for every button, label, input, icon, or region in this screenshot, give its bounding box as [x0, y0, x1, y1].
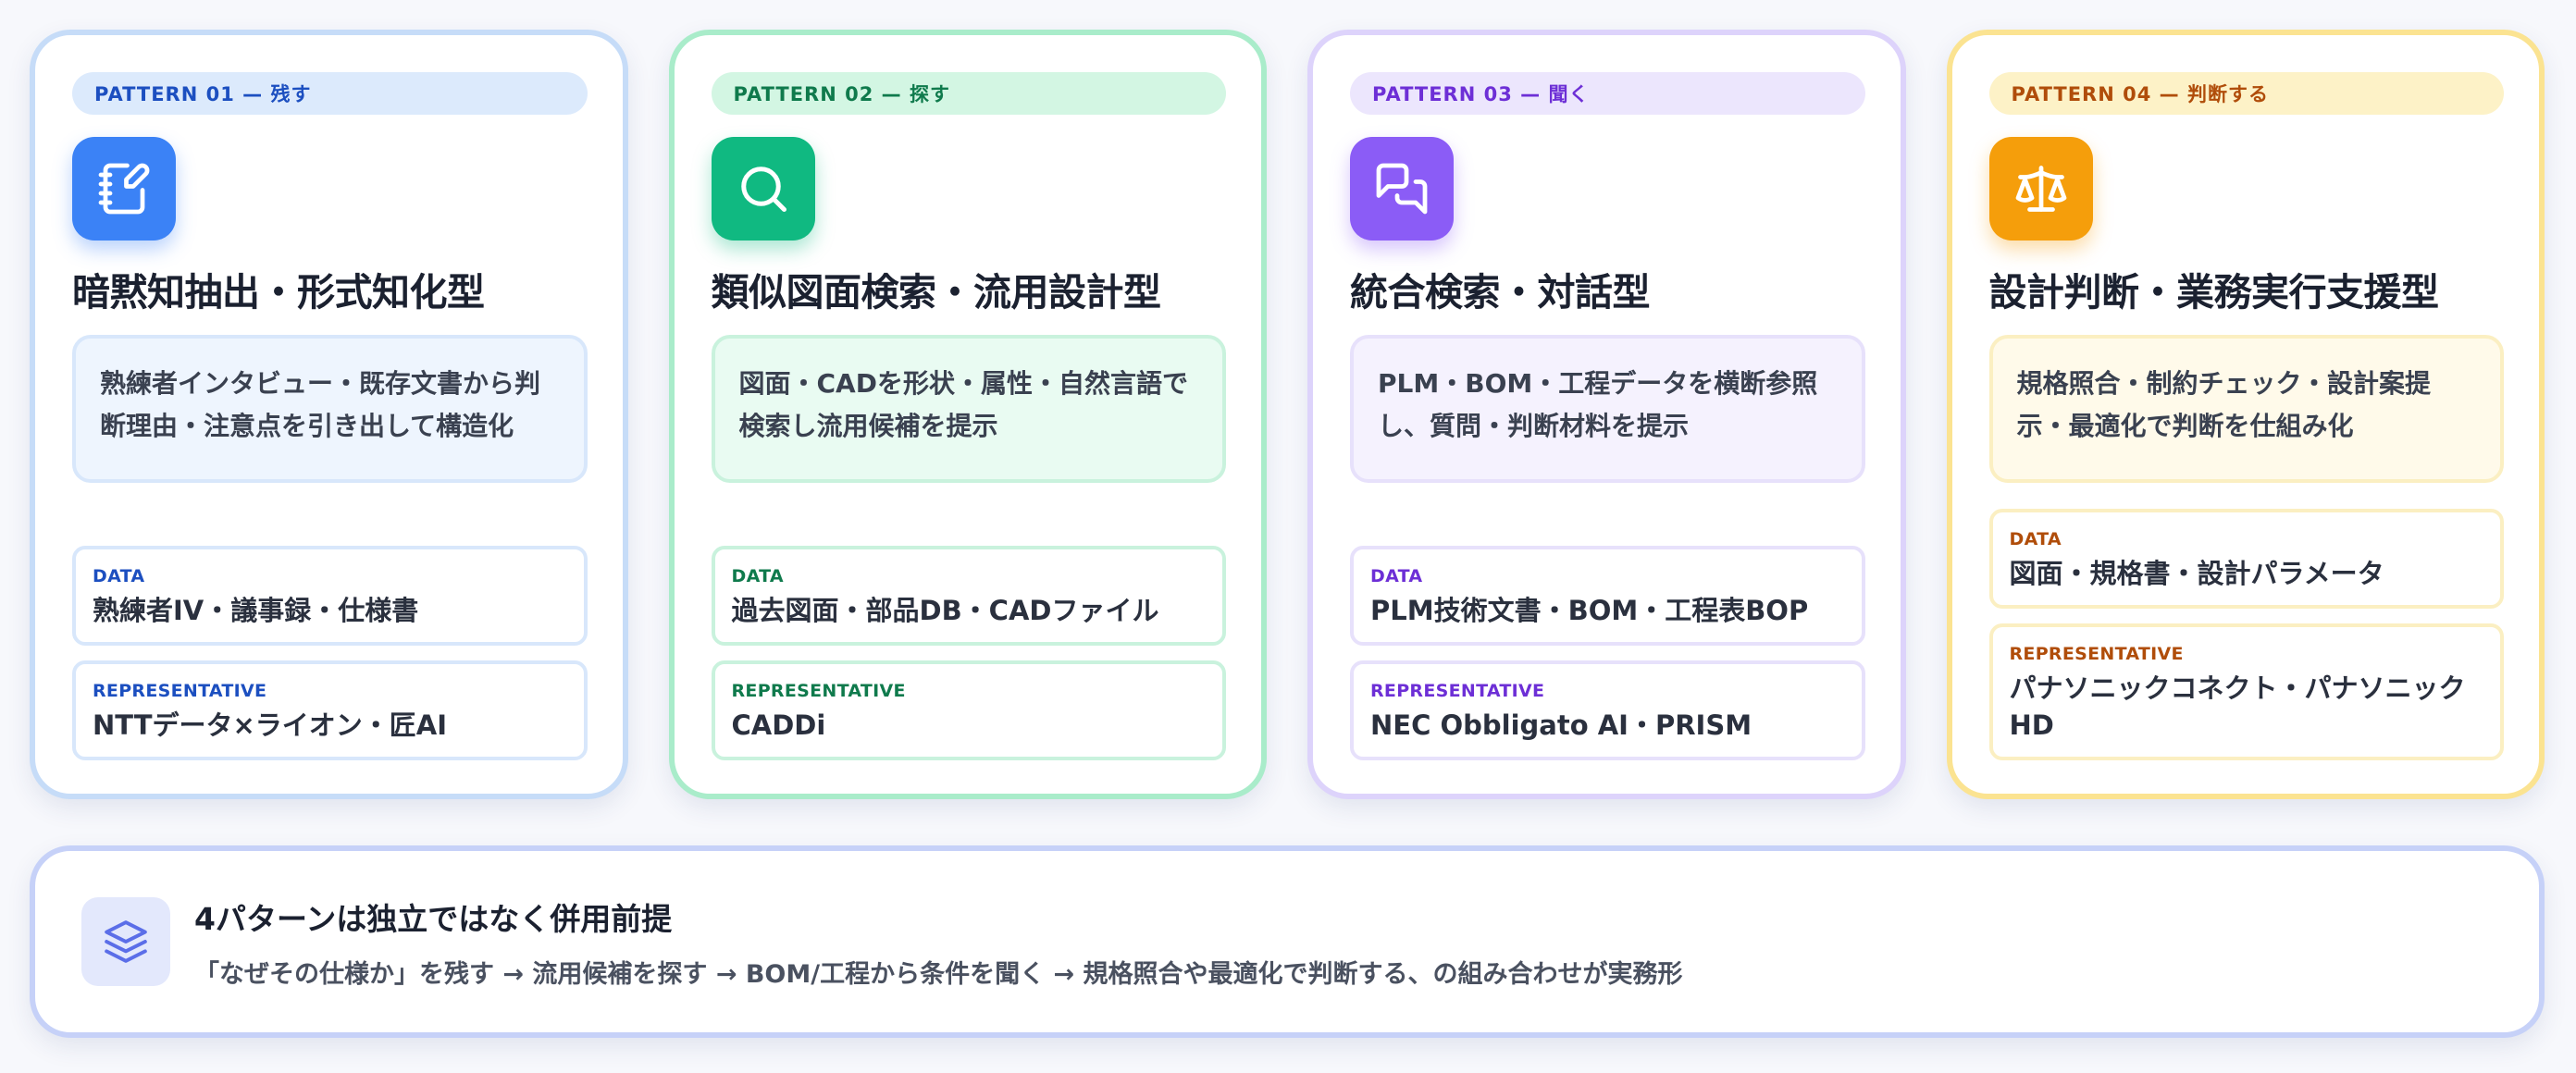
data-box: DATA 過去図面・部品DB・CADファイル [711, 546, 1226, 646]
representative-label: REPRESENTATIVE [1370, 681, 1545, 701]
pattern-title: 暗黙知抽出・形式知化型 [72, 270, 485, 314]
representative-value: NEC Obbligato AI・PRISM [1370, 709, 1752, 741]
chat-bubbles-icon [1350, 137, 1454, 240]
notebook-pen-icon [72, 137, 176, 240]
data-box: DATA 図面・規格書・設計パラメータ [1988, 509, 2504, 609]
data-value: 過去図面・部品DB・CADファイル [731, 595, 1159, 626]
data-label: DATA [1370, 566, 1423, 586]
pattern-title: 統合検索・対話型 [1350, 270, 1650, 314]
layers-icon [81, 897, 170, 986]
representative-label: REPRESENTATIVE [93, 681, 267, 701]
description-line: 検索し流用候補を提示 [738, 411, 998, 441]
data-value: 図面・規格書・設計パラメータ [2009, 558, 2384, 589]
summary-banner: 4パターンは独立ではなく併用前提 「なぜその仕様か」を残す → 流用候補を探す … [30, 845, 2545, 1038]
representative-line: パナソニックコネクト・パナソニック [2009, 672, 2466, 704]
pattern-description: 規格照合・制約チェック・設計案提 示・最適化で判断を仕組み化 [1988, 335, 2504, 483]
representative-line: HD [2009, 709, 2054, 741]
representative-box: REPRESENTATIVE CADDi [711, 660, 1226, 760]
data-box: DATA 熟練者IV・議事録・仕様書 [72, 546, 588, 646]
data-label: DATA [731, 566, 784, 586]
description-line: 熟練者インタビュー・既存文書から判 [100, 368, 541, 399]
search-icon [711, 137, 815, 240]
pattern-details: DATA PLM技術文書・BOM・工程表BOP REPRESENTATIVE N… [1350, 546, 1865, 760]
pattern-description: 熟練者インタビュー・既存文書から判 断理由・注意点を引き出して構造化 [72, 335, 588, 483]
data-box: DATA PLM技術文書・BOM・工程表BOP [1350, 546, 1865, 646]
representative-box: REPRESENTATIVE NTTデータ×ライオン・匠AI [72, 660, 588, 760]
description-line: 規格照合・制約チェック・設計案提 [2016, 368, 2431, 399]
pattern-title: 設計判断・業務実行支援型 [1988, 270, 2439, 314]
data-value: 熟練者IV・議事録・仕様書 [93, 595, 419, 626]
pattern-details: DATA 熟練者IV・議事録・仕様書 REPRESENTATIVE NTTデータ… [72, 546, 588, 760]
summary-description: 「なぜその仕様か」を残す → 流用候補を探す → BOM/工程から条件を聞く →… [194, 959, 1683, 989]
description-line: PLM・BOM・工程データを横断参照 [1378, 368, 1818, 399]
summary-text: 4パターンは独立ではなく併用前提 「なぜその仕様か」を残す → 流用候補を探す … [194, 894, 1683, 990]
pattern-description: 図面・CADを形状・属性・自然言語で 検索し流用候補を提示 [711, 335, 1226, 483]
pattern-description: PLM・BOM・工程データを横断参照 し、質問・判断材料を提示 [1350, 335, 1865, 483]
pattern-title: 類似図面検索・流用設計型 [711, 270, 1161, 314]
representative-label: REPRESENTATIVE [2009, 644, 2184, 664]
representative-value: パナソニックコネクト・パナソニック HD [2010, 670, 2484, 744]
pattern-tag: PATTERN 04 — 判断する [1988, 72, 2504, 115]
description-line: 断理由・注意点を引き出して構造化 [100, 411, 514, 441]
data-label: DATA [93, 566, 145, 586]
representative-box: REPRESENTATIVE パナソニックコネクト・パナソニック HD [1988, 623, 2504, 760]
representative-box: REPRESENTATIVE NEC Obbligato AI・PRISM [1350, 660, 1865, 760]
pattern-tag: PATTERN 03 — 聞く [1350, 72, 1865, 115]
pattern-details: DATA 図面・規格書・設計パラメータ REPRESENTATIVE パナソニッ… [1988, 509, 2504, 760]
pattern-details: DATA 過去図面・部品DB・CADファイル REPRESENTATIVE CA… [711, 546, 1226, 760]
summary-title: 4パターンは独立ではなく併用前提 [194, 900, 673, 937]
representative-label: REPRESENTATIVE [731, 681, 906, 701]
pattern-cards: PATTERN 01 — 残す 暗黙知抽出・形式知化型 熟練者インタビュー・既存… [30, 30, 2545, 799]
data-label: DATA [2009, 529, 2062, 549]
pattern-card-04: PATTERN 04 — 判断する 設計判断・業務実行支援型 規格照合・制約チェ… [1946, 30, 2545, 799]
pattern-card-03: PATTERN 03 — 聞く 統合検索・対話型 PLM・BOM・工程データを横… [1307, 30, 1906, 799]
scale-icon [1988, 137, 2093, 240]
pattern-card-02: PATTERN 02 — 探す 類似図面検索・流用設計型 図面・CADを形状・属… [668, 30, 1267, 799]
pattern-card-01: PATTERN 01 — 残す 暗黙知抽出・形式知化型 熟練者インタビュー・既存… [30, 30, 628, 799]
pattern-tag: PATTERN 01 — 残す [72, 72, 588, 115]
description-line: 図面・CADを形状・属性・自然言語で [738, 368, 1188, 399]
description-line: 示・最適化で判断を仕組み化 [2016, 411, 2354, 441]
description-line: し、質問・判断材料を提示 [1378, 411, 1690, 441]
pattern-tag: PATTERN 02 — 探す [711, 72, 1226, 115]
representative-value: CADDi [731, 709, 826, 741]
representative-value: NTTデータ×ライオン・匠AI [93, 709, 448, 741]
data-value: PLM技術文書・BOM・工程表BOP [1370, 595, 1809, 626]
